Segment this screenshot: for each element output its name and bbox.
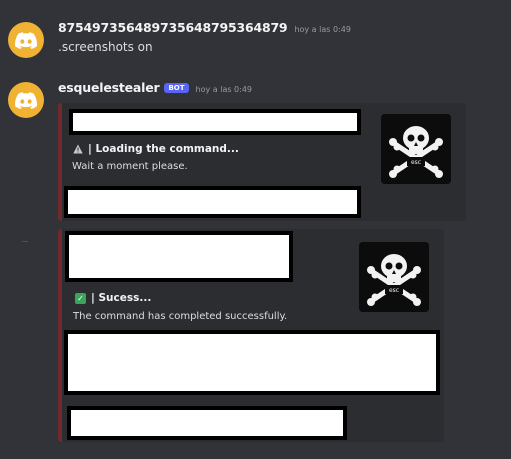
avatar[interactable] (8, 82, 44, 118)
embed-description: Wait a moment please. (72, 161, 188, 172)
skull-crossbones-icon: esc (359, 242, 429, 312)
thumbnail-label: esc (389, 287, 399, 294)
timestamp: hoy a las 0:49 (294, 25, 351, 34)
username[interactable]: 875497356489735648795364879 (58, 20, 288, 35)
redacted-block (65, 231, 293, 282)
bot-badge: BOT (164, 83, 189, 93)
redacted-block (67, 406, 347, 440)
embed-title: | Loading the command... (72, 143, 239, 155)
embed-success: ✓ | Sucess... The command has completed … (58, 229, 444, 442)
embed-title-text: | Loading the command... (88, 143, 239, 155)
username[interactable]: esquelestealer (58, 80, 160, 95)
embed-thumbnail[interactable]: esc (381, 114, 451, 184)
check-icon: ✓ (75, 292, 86, 304)
discord-logo-icon (15, 31, 37, 49)
avatar[interactable] (8, 22, 44, 58)
warning-icon (72, 144, 83, 155)
redacted-block (64, 186, 361, 218)
embed-thumbnail[interactable]: esc (359, 242, 429, 312)
timestamp: hoy a las 0:49 (195, 85, 253, 94)
discord-logo-icon (15, 91, 37, 109)
embed-title-text: | Sucess... (91, 292, 152, 304)
embed-description: The command has completed successfully. (73, 311, 288, 322)
embed-loading: | Loading the command... Wait a moment p… (58, 103, 466, 221)
skull-crossbones-icon: esc (381, 114, 451, 184)
thumbnail-label: esc (411, 159, 421, 166)
message-content: .screenshots on (58, 40, 153, 54)
redacted-block (69, 109, 361, 135)
embed-title: ✓ | Sucess... (75, 292, 151, 304)
divider (22, 241, 28, 242)
redacted-block (64, 330, 440, 395)
chat-messages: 875497356489735648795364879 hoy a las 0:… (0, 0, 511, 459)
